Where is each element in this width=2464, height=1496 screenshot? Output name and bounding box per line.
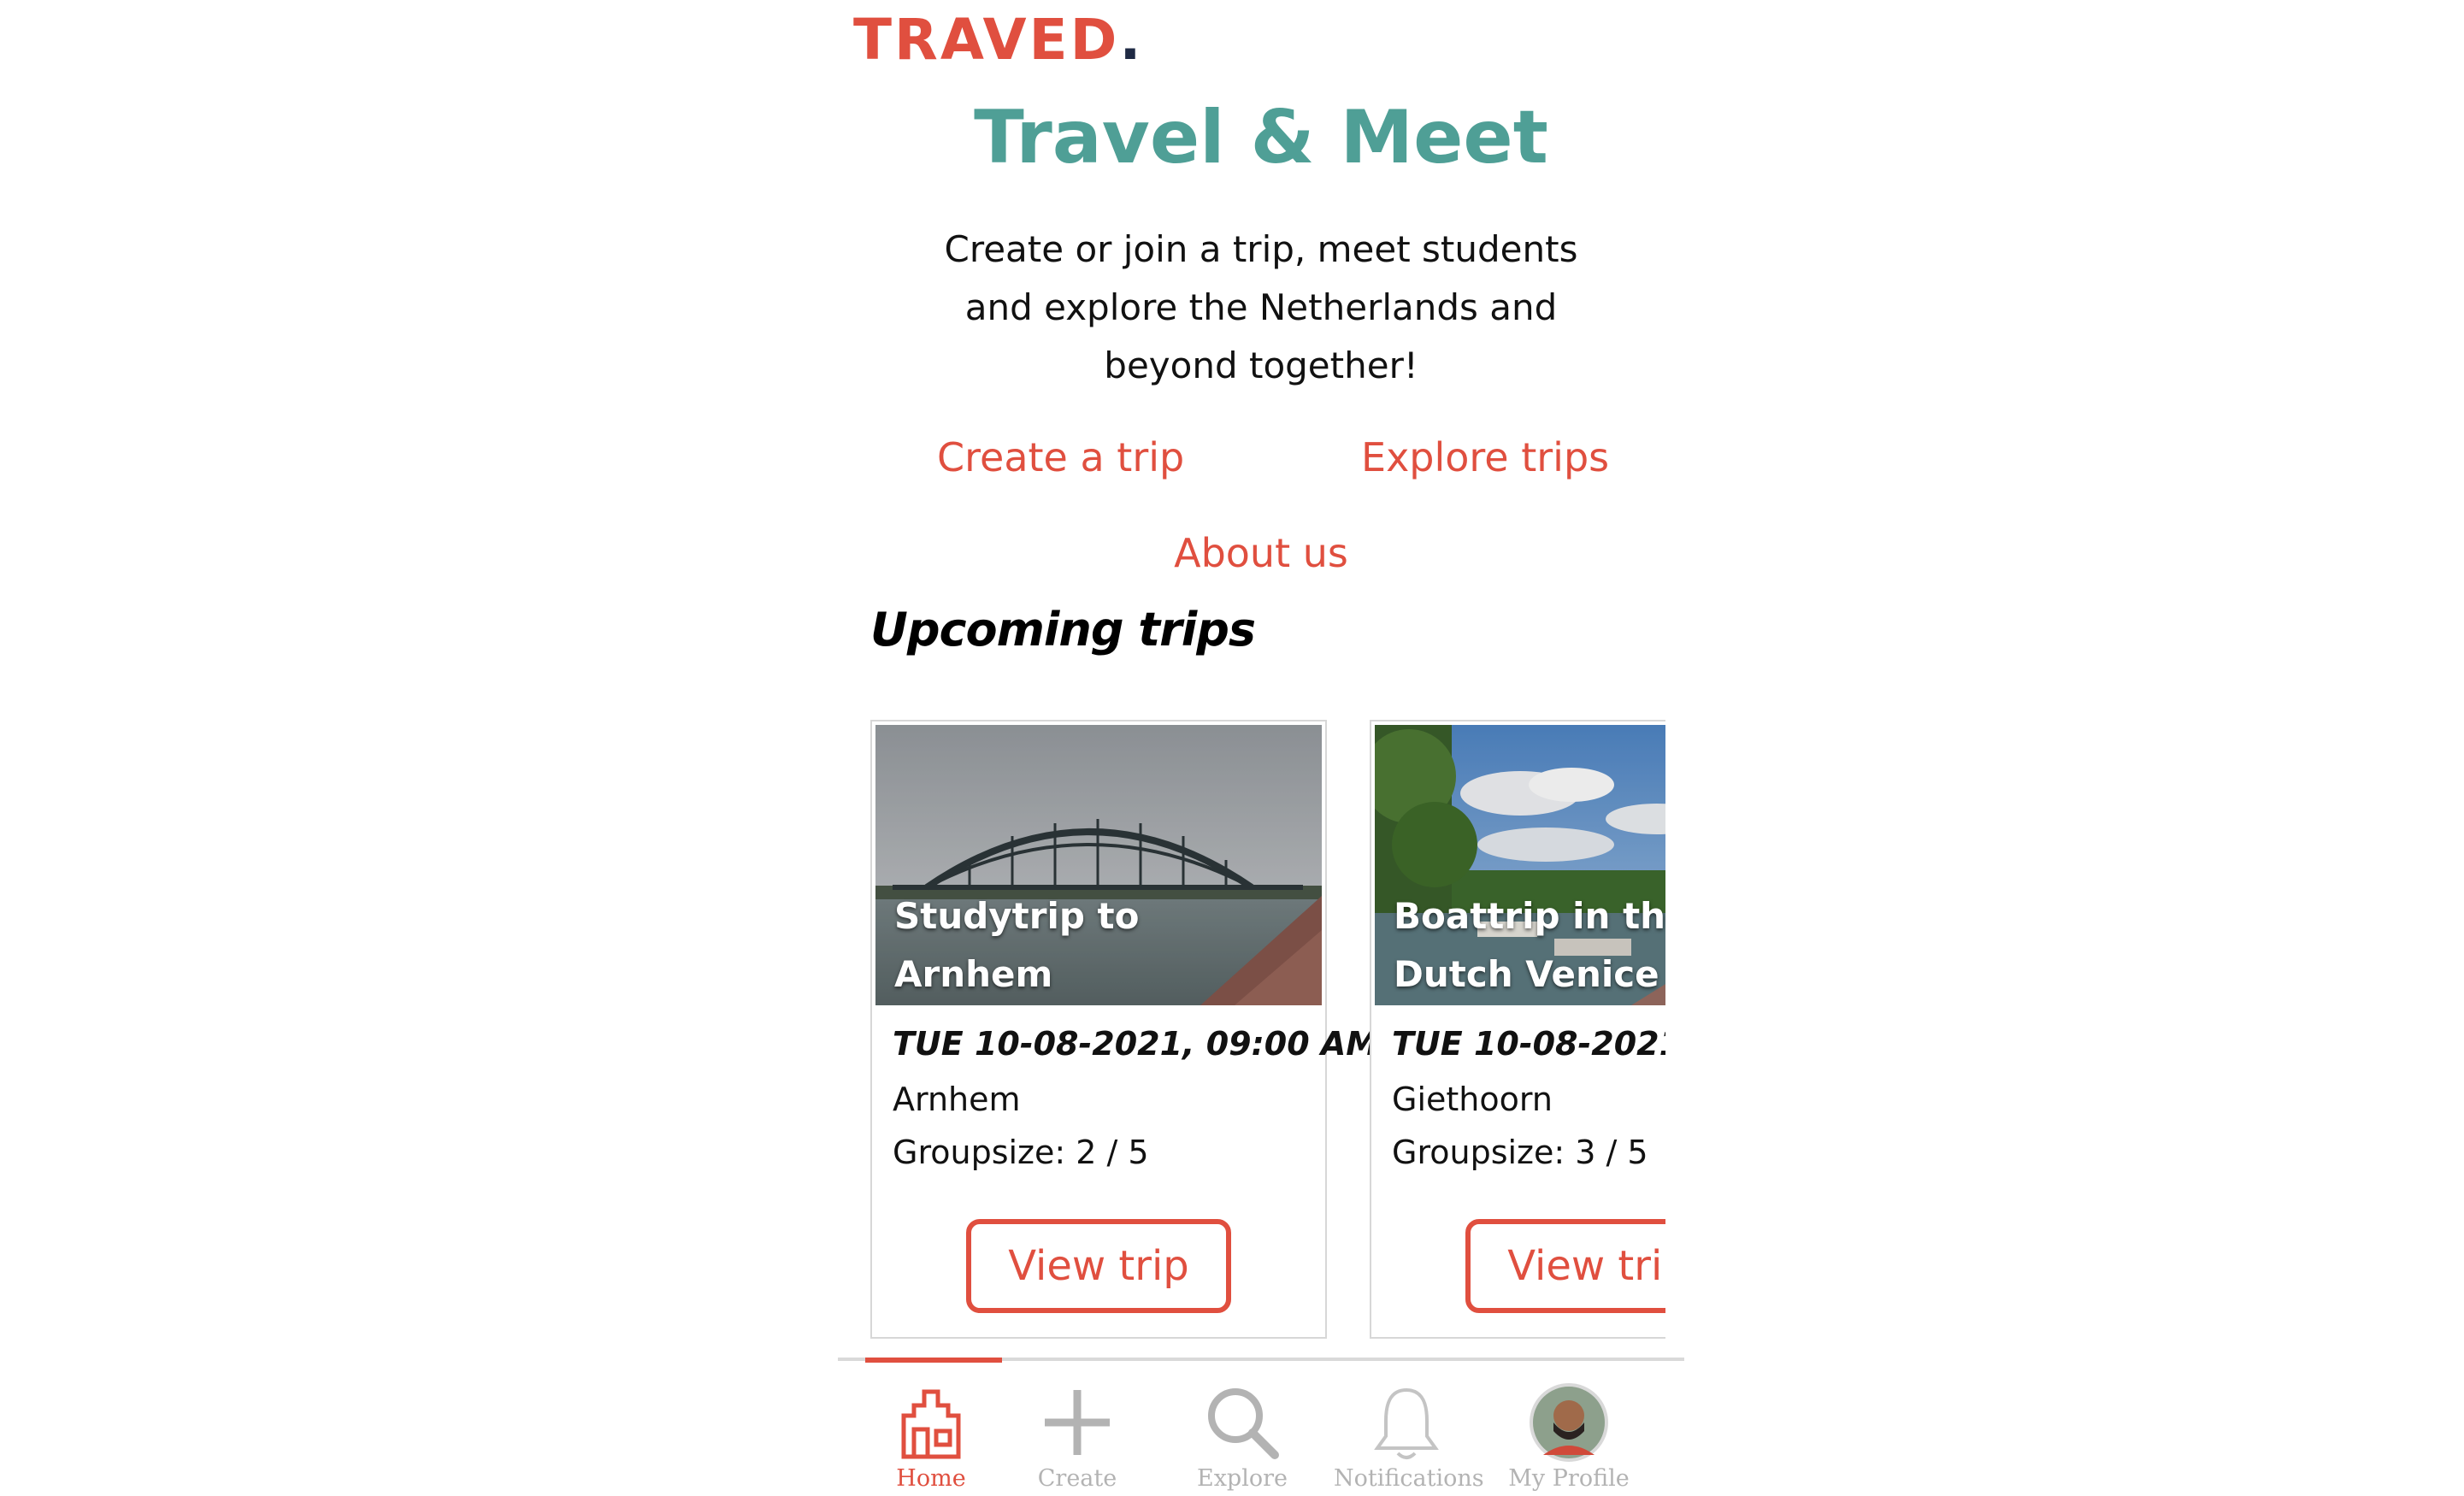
- upcoming-trips-heading: Upcoming trips: [870, 603, 1256, 657]
- nav-explore-label: Explore: [1197, 1465, 1288, 1492]
- bridge-photo: Studytrip to Arnhem: [875, 725, 1322, 1005]
- app-screen: TRAVED. Travel & Meet Create or join a t…: [838, 0, 1684, 1496]
- canal-photo: Boattrip in the Dutch Venice: [1375, 725, 1665, 1005]
- bottom-navigation: Home Create Explore Notifications My Pro…: [838, 1358, 1684, 1496]
- nav-notifications[interactable]: Notifications: [1334, 1361, 1484, 1496]
- trip-date: TUE 10-08-2021, 09:00 AM: [893, 1025, 1379, 1063]
- nav-profile-label: My Profile: [1508, 1465, 1630, 1492]
- active-tab-indicator: [865, 1358, 1002, 1363]
- traved-logo[interactable]: TRAVED.: [853, 12, 1143, 68]
- search-icon: [1200, 1380, 1285, 1465]
- trip-date: TUE 10-08-2021, 10:: [1392, 1025, 1665, 1063]
- trip-title: Studytrip to Arnhem: [894, 895, 1140, 995]
- trip-groupsize: Groupsize: 2 / 5: [893, 1134, 1149, 1171]
- explore-trips-link[interactable]: Explore trips: [1361, 434, 1609, 480]
- page-subtitle: Create or join a trip, meet students and…: [944, 228, 1578, 386]
- nav-home-label: Home: [896, 1465, 966, 1492]
- trips-carousel[interactable]: Studytrip to Arnhem TUE 10-08-2021, 09:0…: [870, 720, 1665, 1342]
- page-title: Travel & Meet: [974, 95, 1548, 180]
- nav-create-label: Create: [1037, 1465, 1117, 1492]
- bell-icon: [1364, 1380, 1449, 1465]
- trip-location: Arnhem: [893, 1081, 1021, 1118]
- avatar: [1526, 1380, 1612, 1465]
- nav-profile[interactable]: My Profile: [1496, 1361, 1642, 1496]
- nav-explore[interactable]: Explore: [1170, 1361, 1315, 1496]
- nav-create[interactable]: Create: [1005, 1361, 1150, 1496]
- trip-title: Boattrip in the Dutch Venice: [1394, 895, 1665, 995]
- trip-card[interactable]: Boattrip in the Dutch Venice TUE 10-08-2…: [1370, 720, 1665, 1339]
- create-trip-link[interactable]: Create a trip: [937, 434, 1184, 480]
- view-trip-button[interactable]: View trip: [966, 1219, 1231, 1313]
- about-us-link[interactable]: About us: [838, 530, 1684, 576]
- nav-home[interactable]: Home: [858, 1358, 1004, 1496]
- plus-icon: [1035, 1380, 1120, 1465]
- trip-card[interactable]: Studytrip to Arnhem TUE 10-08-2021, 09:0…: [870, 720, 1378, 1339]
- home-icon: [888, 1380, 974, 1465]
- nav-notifications-label: Notifications: [1334, 1465, 1484, 1492]
- view-trip-button[interactable]: View trip: [1465, 1219, 1665, 1313]
- trip-groupsize: Groupsize: 3 / 5: [1392, 1134, 1648, 1171]
- trip-location: Giethoorn: [1392, 1081, 1553, 1118]
